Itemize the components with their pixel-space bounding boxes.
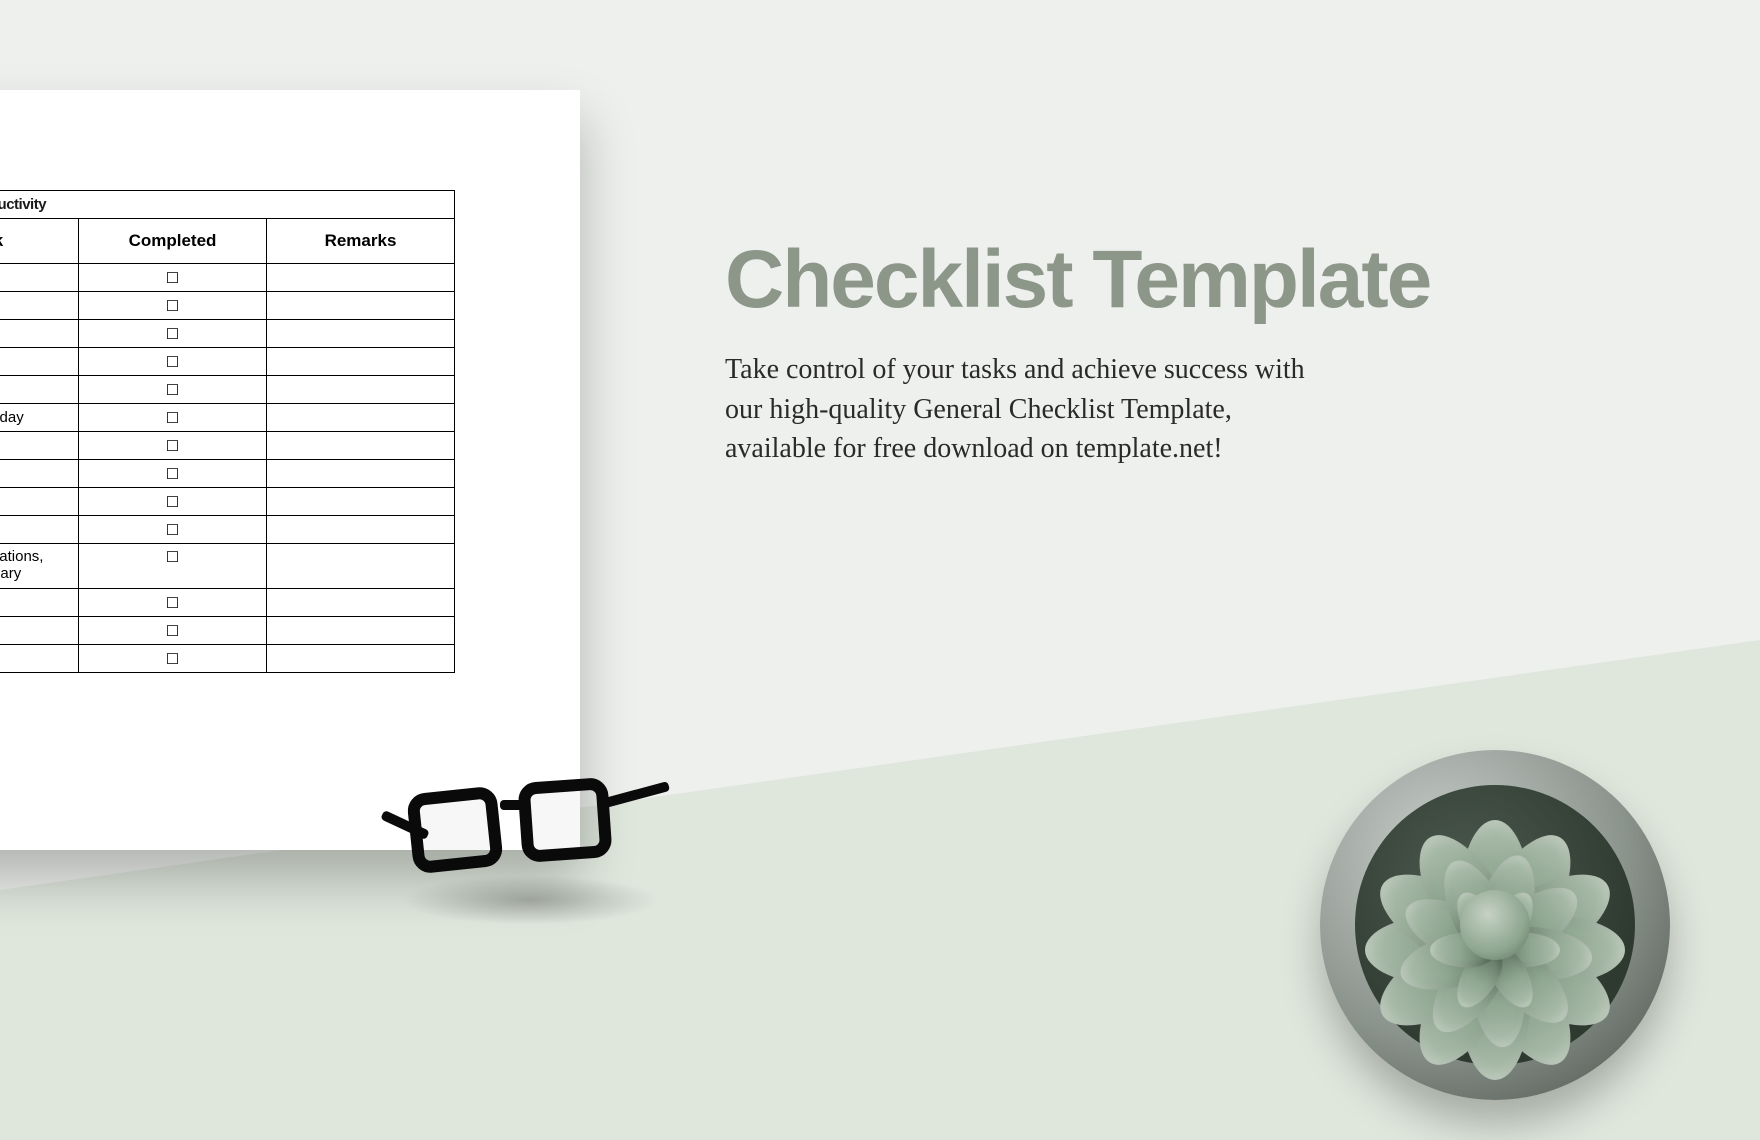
remarks-cell — [267, 404, 455, 432]
page-title: Checklist Template — [725, 240, 1445, 320]
table-row: or timer☐ — [0, 617, 455, 645]
checkbox-cell[interactable]: ☐ — [79, 264, 267, 292]
task-cell — [0, 320, 79, 348]
table-row: ☐ — [0, 589, 455, 617]
task-cell — [0, 348, 79, 376]
remarks-cell — [267, 589, 455, 617]
task-cell: nt tasks for the day — [0, 404, 79, 432]
checkbox-cell[interactable]: ☐ — [79, 320, 267, 348]
column-header-remarks: Remarks — [267, 219, 455, 264]
remarks-cell — [267, 544, 455, 589]
checkbox-cell[interactable]: ☐ — [79, 617, 267, 645]
remarks-cell — [267, 516, 455, 544]
checkbox-cell[interactable]: ☐ — [79, 292, 267, 320]
checklist-table: ecklist: Daily Productivity Task Complet… — [0, 190, 455, 673]
table-row: ☐ — [0, 264, 455, 292]
remarks-cell — [267, 348, 455, 376]
checkbox-cell[interactable]: ☐ — [79, 348, 267, 376]
remarks-cell — [267, 617, 455, 645]
table-row: ☐ — [0, 292, 455, 320]
succulent-plant-icon — [1320, 750, 1670, 1100]
side-content: Checklist Template Take control of your … — [725, 240, 1445, 468]
checklist-document: ecklist: Daily Productivity Task Complet… — [0, 90, 580, 850]
task-cell: or timer — [0, 617, 79, 645]
task-cell: rity task — [0, 488, 79, 516]
task-cell — [0, 589, 79, 617]
task-cell — [0, 460, 79, 488]
checkbox-cell[interactable]: ☐ — [79, 544, 267, 589]
table-row: ., turn off notifications, close unneces… — [0, 544, 455, 589]
checkbox-cell[interactable]: ☐ — [79, 404, 267, 432]
table-row: en tasks☐ — [0, 645, 455, 673]
document-title: ecklist: Daily Productivity — [0, 191, 455, 219]
glasses-icon — [400, 780, 660, 900]
remarks-cell — [267, 432, 455, 460]
checkbox-cell[interactable]: ☐ — [79, 589, 267, 617]
page-description: Take control of your tasks and achieve s… — [725, 350, 1325, 468]
table-row: ☐ — [0, 376, 455, 404]
remarks-cell — [267, 460, 455, 488]
checkbox-cell[interactable]: ☐ — [79, 516, 267, 544]
table-row: ☐ — [0, 432, 455, 460]
column-header-task: Task — [0, 219, 79, 264]
remarks-cell — [267, 488, 455, 516]
column-header-completed: Completed — [79, 219, 267, 264]
checkbox-cell[interactable]: ☐ — [79, 488, 267, 516]
task-cell — [0, 432, 79, 460]
task-cell: ne — [0, 516, 79, 544]
table-row: ne☐ — [0, 516, 455, 544]
checkbox-cell[interactable]: ☐ — [79, 376, 267, 404]
remarks-cell — [267, 645, 455, 673]
table-row: rity task☐ — [0, 488, 455, 516]
checkbox-cell[interactable]: ☐ — [79, 460, 267, 488]
task-cell — [0, 292, 79, 320]
checkbox-cell[interactable]: ☐ — [79, 432, 267, 460]
task-cell — [0, 376, 79, 404]
checkbox-cell[interactable]: ☐ — [79, 645, 267, 673]
task-cell — [0, 264, 79, 292]
table-row: nt tasks for the day☐ — [0, 404, 455, 432]
table-row: ☐ — [0, 348, 455, 376]
task-cell: ., turn off notifications, close unneces… — [0, 544, 79, 589]
remarks-cell — [267, 376, 455, 404]
remarks-cell — [267, 320, 455, 348]
table-row: ☐ — [0, 460, 455, 488]
table-row: ☐ — [0, 320, 455, 348]
remarks-cell — [267, 292, 455, 320]
task-cell: en tasks — [0, 645, 79, 673]
remarks-cell — [267, 264, 455, 292]
